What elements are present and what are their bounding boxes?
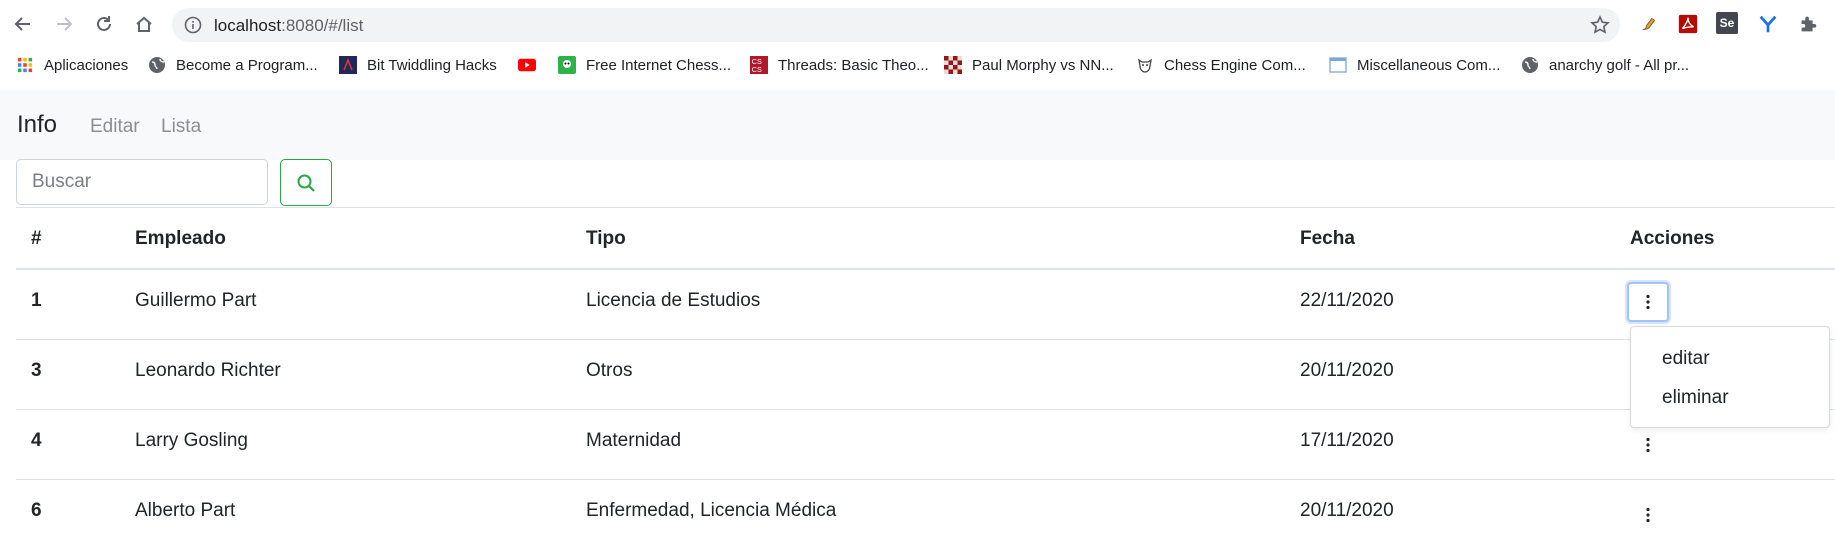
bookmark-item[interactable]: Miscellaneous Com...	[1329, 50, 1500, 80]
row-actions-button[interactable]	[1627, 495, 1669, 535]
selenium-label: Se	[1719, 16, 1735, 30]
table-top-border	[16, 207, 1835, 208]
cell-empleado: Guillermo Part	[135, 290, 257, 311]
bookmark-label: Miscellaneous Com...	[1357, 56, 1501, 74]
cell-empleado: Alberto Part	[135, 500, 236, 521]
bookmark-item[interactable]: Bit Twiddling Hacks	[339, 50, 497, 80]
address-url[interactable]: localhost:8080/#/list	[214, 16, 363, 36]
bookmark-label: Threads: Basic Theo...	[778, 56, 929, 74]
engine-icon	[1136, 56, 1154, 74]
brush-extension-icon[interactable]	[1638, 12, 1662, 36]
globe-icon	[148, 56, 166, 74]
nav-link-editar[interactable]: Editar	[90, 116, 140, 138]
chess-icon	[558, 56, 576, 74]
header-fecha: Fecha	[1300, 228, 1355, 249]
row-divider	[16, 479, 1835, 480]
address-bar[interactable]: localhost:8080/#/list	[172, 8, 1620, 42]
pdf-extension-icon[interactable]	[1676, 12, 1700, 36]
chessboard-icon	[944, 56, 962, 74]
search-input[interactable]	[16, 159, 268, 205]
kebab-menu-icon	[1646, 294, 1650, 310]
dropdown-item-editar[interactable]: editar	[1662, 348, 1710, 370]
cell-fecha: 20/11/2020	[1300, 360, 1394, 381]
back-button[interactable]	[10, 11, 36, 37]
bookmarks-bar: Aplicaciones Become a Program... Bit Twi…	[0, 50, 1835, 90]
bookmark-label: Bit Twiddling Hacks	[367, 56, 497, 74]
bookmark-label: Paul Morphy vs NN...	[972, 56, 1114, 74]
header-acciones: Acciones	[1630, 228, 1715, 249]
globe-icon	[1521, 56, 1539, 74]
cs-icon: CS CS	[750, 56, 768, 74]
bookmark-label: Become a Program...	[176, 56, 318, 74]
bookmark-item[interactable]: Aplicaciones	[16, 50, 128, 80]
site-info-icon[interactable]	[184, 16, 202, 34]
apps-grid-icon	[16, 56, 34, 74]
kebab-menu-icon	[1646, 437, 1650, 453]
bookmark-label: anarchy golf - All pr...	[1549, 56, 1690, 74]
row-actions-button[interactable]	[1627, 282, 1669, 322]
bookmark-label: Aplicaciones	[44, 56, 129, 74]
url-path: :8080/#/list	[281, 16, 364, 35]
cell-id: 3	[31, 360, 42, 381]
forward-button[interactable]	[51, 11, 77, 37]
reload-button[interactable]	[91, 11, 117, 37]
bookmark-item[interactable]: anarchy golf - All pr...	[1521, 50, 1689, 80]
url-host: localhost	[214, 16, 282, 35]
bookmark-item[interactable]: Chess Engine Com...	[1136, 50, 1306, 80]
row-actions-button[interactable]	[1627, 425, 1669, 465]
browser-toolbar: localhost:8080/#/list Se	[0, 0, 1835, 50]
bit-twiddling-icon	[339, 56, 357, 74]
search-button[interactable]	[280, 159, 332, 206]
cell-empleado: Leonardo Richter	[135, 360, 281, 381]
cell-empleado: Larry Gosling	[135, 430, 248, 451]
row-divider	[16, 409, 1835, 410]
cell-tipo: Maternidad	[586, 430, 682, 451]
bookmark-item[interactable]	[518, 50, 546, 80]
puzzle-extension-icon[interactable]	[1796, 12, 1820, 36]
cell-fecha: 20/11/2020	[1300, 500, 1394, 521]
row-actions-dropdown: editar eliminar	[1630, 326, 1830, 428]
header-tipo: Tipo	[586, 228, 626, 249]
youtube-icon	[518, 56, 536, 74]
bookmark-item[interactable]: Become a Program...	[148, 50, 318, 80]
kebab-menu-icon	[1646, 507, 1650, 523]
reload-icon	[97, 16, 111, 31]
home-button[interactable]	[131, 11, 157, 37]
cell-id: 4	[31, 430, 42, 451]
page-icon	[1329, 56, 1347, 74]
cell-fecha: 22/11/2020	[1300, 290, 1394, 311]
home-icon	[136, 16, 152, 32]
cell-id: 6	[31, 500, 42, 521]
bookmark-label: Chess Engine Com...	[1164, 56, 1306, 74]
header-empleado: Empleado	[135, 228, 226, 249]
row-divider	[16, 339, 1835, 340]
bookmark-item[interactable]: Paul Morphy vs NN...	[944, 50, 1114, 80]
cell-fecha: 17/11/2020	[1300, 430, 1394, 451]
cell-tipo: Licencia de Estudios	[586, 290, 761, 311]
selenium-extension-icon[interactable]: Se	[1716, 12, 1738, 34]
navbar-brand[interactable]: Info	[17, 111, 57, 139]
app-navbar: Info Editar Lista	[0, 90, 1835, 160]
header-divider	[16, 268, 1835, 270]
cell-tipo: Otros	[586, 360, 633, 381]
cell-tipo: Enfermedad, Licencia Médica	[586, 500, 837, 521]
cell-id: 1	[31, 290, 42, 311]
dropdown-item-eliminar[interactable]: eliminar	[1662, 387, 1729, 409]
bookmark-label: Free Internet Chess...	[586, 56, 732, 74]
bookmark-item[interactable]: Free Internet Chess...	[558, 50, 731, 80]
bookmark-star-icon[interactable]	[1590, 15, 1610, 35]
search-icon	[297, 174, 315, 192]
bookmark-item[interactable]: CS CS Threads: Basic Theo...	[750, 50, 929, 80]
forward-arrow-icon	[57, 17, 73, 31]
nav-link-lista[interactable]: Lista	[161, 116, 201, 138]
svg-text:CS: CS	[752, 65, 762, 74]
y-extension-icon[interactable]	[1756, 12, 1780, 36]
back-arrow-icon	[14, 17, 30, 31]
header-id: #	[31, 228, 42, 249]
